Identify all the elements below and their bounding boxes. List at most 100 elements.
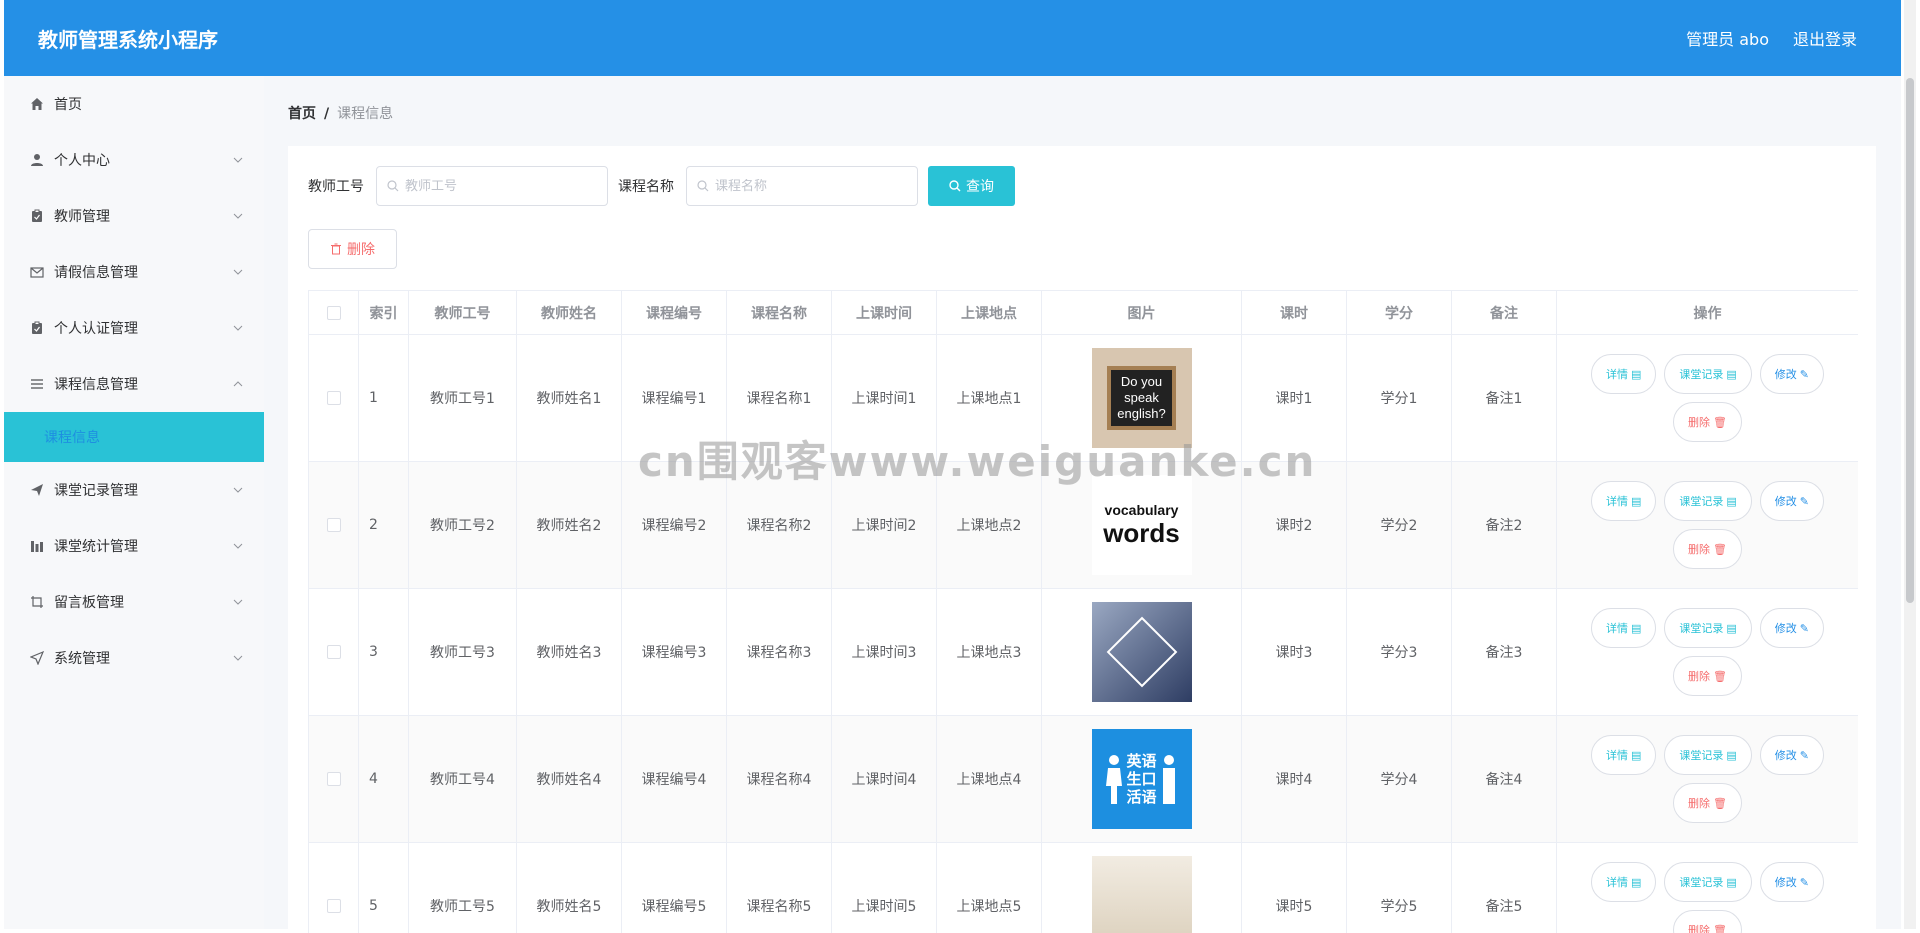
sidebar-item-4[interactable]: 个人认证管理	[4, 300, 264, 356]
content-panel: 教师工号 课程名称 查询 删除	[288, 146, 1876, 933]
cell-course-no: 课程编号5	[621, 842, 727, 933]
cell-teacher-no: 教师工号3	[408, 588, 517, 716]
edit-button[interactable]: 修改 ✎	[1759, 735, 1825, 775]
delete-button[interactable]: 删除 🗑	[1673, 656, 1742, 696]
cell-course-no: 课程编号1	[621, 334, 727, 462]
table-row[interactable]: 2 教师工号2 教师姓名2 课程编号2 课程名称2 上课时间2 上课地点2 vocabular…	[308, 461, 1858, 589]
delete-button[interactable]: 删除 🗑	[1673, 402, 1742, 442]
row-actions: 详情 ▤ 课堂记录 ▤ 修改 ✎ 删除 🗑	[1583, 608, 1833, 696]
sidebar-item-0[interactable]: 首页	[4, 76, 264, 132]
row-checkbox[interactable]	[326, 391, 341, 405]
cell-credit: 学分5	[1346, 842, 1452, 933]
teacher-no-input[interactable]	[405, 178, 595, 194]
teacher-no-field[interactable]	[376, 166, 608, 206]
column-header: 操作	[1556, 290, 1858, 335]
sidebar-item-2[interactable]: 教师管理	[4, 188, 264, 244]
sidebar-item-8[interactable]: 留言板管理	[4, 574, 264, 630]
course-name-field[interactable]	[686, 166, 918, 206]
class-record-button[interactable]: 课堂记录 ▤	[1664, 354, 1752, 394]
chevron-down-icon	[232, 652, 244, 664]
class-record-label: 课堂记录	[1679, 495, 1724, 508]
mail-icon	[28, 263, 46, 281]
edit-button[interactable]: 修改 ✎	[1759, 354, 1825, 394]
sidebar-item-label: 留言板管理	[54, 595, 124, 611]
detail-button[interactable]: 详情 ▤	[1590, 608, 1657, 648]
cell-teacher-no: 教师工号5	[408, 842, 517, 933]
document-icon: ▤	[1630, 875, 1642, 889]
class-record-label: 课堂记录	[1679, 876, 1724, 889]
class-record-button[interactable]: 课堂记录 ▤	[1664, 481, 1752, 521]
table-row[interactable]: 5 教师工号5 教师姓名5 课程编号5 课程名称5 上课时间5 上课地点5 课时5 学分5 备注5…	[308, 842, 1858, 933]
sidebar-item-label: 个人认证管理	[54, 321, 138, 337]
sidebar-item-1[interactable]: 个人中心	[4, 132, 264, 188]
course-image: vocabulary words	[1091, 475, 1192, 575]
edit-button[interactable]: 修改 ✎	[1759, 608, 1825, 648]
sidebar-item-3[interactable]: 请假信息管理	[4, 244, 264, 300]
detail-label: 详情	[1605, 622, 1628, 635]
column-header: 课程名称	[726, 290, 832, 335]
table-row[interactable]: 4 教师工号4 教师姓名4 课程编号4 课程名称4 上课时间4 上课地点4 英语 生口 活语 课时4…	[308, 715, 1858, 843]
table-row[interactable]: 3 教师工号3 教师姓名3 课程编号3 课程名称3 上课时间3 上课地点3 课时3 学分3 备注3…	[308, 588, 1858, 716]
delete-label: 删除	[1688, 924, 1711, 933]
course-image: Do you speak english?	[1091, 348, 1192, 448]
class-record-button[interactable]: 课堂记录 ▤	[1664, 862, 1752, 902]
select-all-checkbox[interactable]	[326, 305, 341, 320]
cell-hours: 课时4	[1241, 715, 1347, 843]
scrollbar-thumb[interactable]	[1906, 78, 1914, 603]
trash-icon: 🗑	[1713, 923, 1727, 933]
class-record-label: 课堂记录	[1679, 368, 1724, 381]
delete-button[interactable]: 删除 🗑	[1673, 910, 1742, 933]
sidebar-item-7[interactable]: 课堂统计管理	[4, 518, 264, 574]
edit-label: 修改	[1774, 495, 1797, 508]
cell-place: 上课地点4	[936, 715, 1042, 843]
edit-button[interactable]: 修改 ✎	[1759, 862, 1825, 902]
detail-button[interactable]: 详情 ▤	[1590, 735, 1657, 775]
image-text: english?	[1117, 406, 1166, 421]
row-checkbox[interactable]	[326, 772, 341, 786]
logout-button[interactable]: 退出登录	[1793, 26, 1857, 50]
sidebar-subitem-course-info[interactable]: 课程信息	[4, 412, 264, 462]
sidebar-item-9[interactable]: 系统管理	[4, 630, 264, 686]
cell-time: 上课时间3	[831, 588, 937, 716]
document-icon: ▤	[1630, 748, 1642, 762]
chevron-down-icon	[232, 484, 244, 496]
column-header: 教师姓名	[516, 290, 622, 335]
column-header: 上课时间	[831, 290, 937, 335]
sidebar-item-label: 课程信息管理	[54, 377, 138, 393]
sidebar-item-label: 课堂记录管理	[54, 483, 138, 499]
detail-label: 详情	[1605, 368, 1628, 381]
detail-button[interactable]: 详情 ▤	[1590, 481, 1657, 521]
cell-credit: 学分2	[1346, 461, 1452, 589]
sidebar-item-6[interactable]: 课堂记录管理	[4, 462, 264, 518]
batch-delete-button[interactable]: 删除	[308, 229, 397, 269]
header-actions: 管理员 abo 退出登录	[1686, 26, 1857, 50]
search-icon	[387, 180, 399, 192]
document-icon: ▤	[1630, 367, 1642, 381]
sidebar-item-5[interactable]: 课程信息管理	[4, 356, 264, 412]
detail-button[interactable]: 详情 ▤	[1590, 354, 1657, 394]
course-name-input[interactable]	[715, 178, 905, 194]
cell-place: 上课地点3	[936, 588, 1042, 716]
chevron-down-icon	[232, 210, 244, 222]
current-user[interactable]: 管理员 abo	[1686, 26, 1769, 50]
query-button[interactable]: 查询	[928, 166, 1015, 206]
cell-course-name: 课程名称5	[726, 842, 832, 933]
row-checkbox[interactable]	[326, 899, 341, 913]
row-checkbox[interactable]	[326, 518, 341, 532]
course-image: 英语 生口 活语	[1091, 729, 1192, 829]
breadcrumb-home[interactable]: 首页	[288, 106, 316, 122]
cell-note: 备注2	[1451, 461, 1557, 589]
table-row[interactable]: 1 教师工号1 教师姓名1 课程编号1 课程名称1 上课时间1 上课地点1 Do you spe…	[308, 334, 1858, 462]
sidebar: 首页 个人中心 教师管理 请假信息管理个人认证管理 课程信息管理课程信息课堂记录管理课堂…	[4, 76, 264, 929]
course-image	[1091, 856, 1192, 933]
detail-button[interactable]: 详情 ▤	[1590, 862, 1657, 902]
class-record-button[interactable]: 课堂记录 ▤	[1664, 735, 1752, 775]
class-record-button[interactable]: 课堂记录 ▤	[1664, 608, 1752, 648]
main-content: 首页 / 课程信息 教师工号 课程名称 查询 删除	[264, 76, 1901, 933]
delete-button[interactable]: 删除 🗑	[1673, 529, 1742, 569]
row-checkbox[interactable]	[326, 645, 341, 659]
course-image	[1091, 602, 1192, 702]
delete-button[interactable]: 删除 🗑	[1673, 783, 1742, 823]
edit-button[interactable]: 修改 ✎	[1759, 481, 1825, 521]
course-table: 索引 教师工号 教师姓名 课程编号 课程名称 上课时间 上课地点 图片 课时 学分 备注 操作 1 教师…	[308, 290, 1858, 933]
